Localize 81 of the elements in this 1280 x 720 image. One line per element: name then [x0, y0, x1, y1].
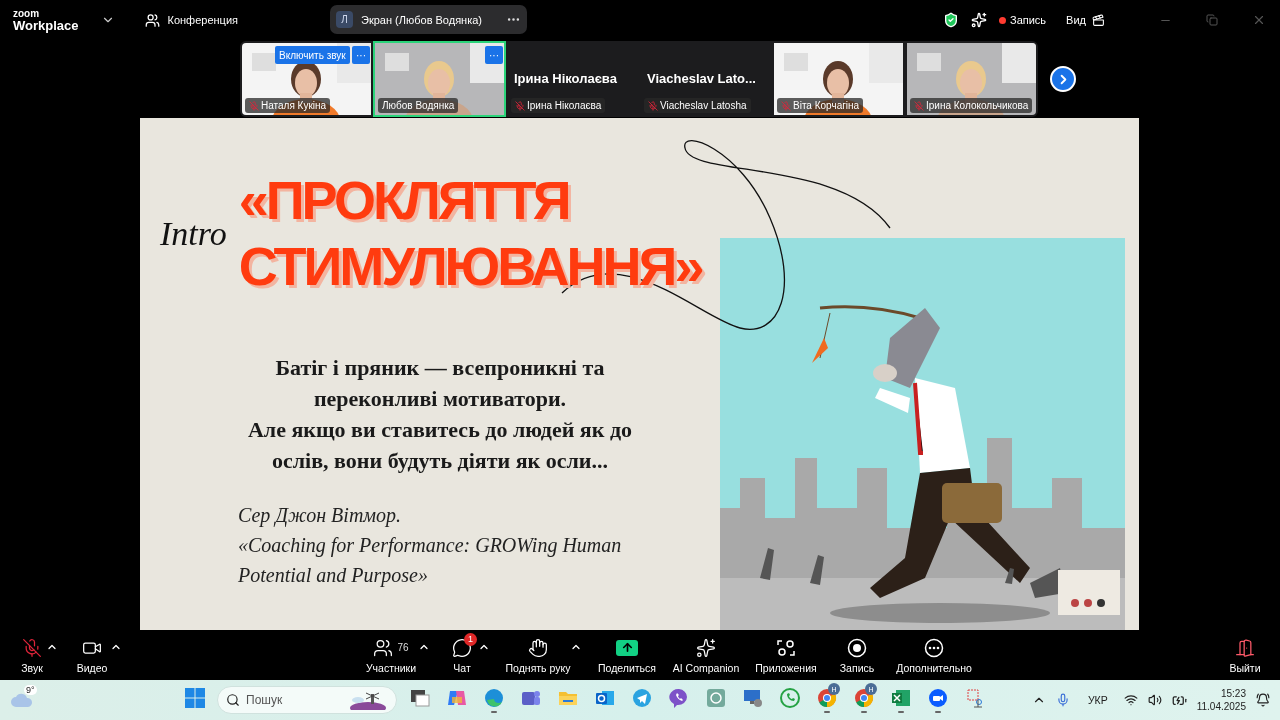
- attribution-line: Сер Джон Вітмор.: [238, 503, 403, 529]
- shield-check-icon[interactable]: [943, 12, 959, 28]
- participant-name: Наталя Кукіна: [261, 100, 327, 111]
- tile-menu-button[interactable]: ···: [485, 46, 503, 64]
- apps-icon: [776, 637, 796, 658]
- search-icon: [226, 693, 240, 707]
- monitor-icon: [741, 687, 764, 709]
- participant-tile[interactable]: Viacheslav Lato... Viacheslav Latosha: [639, 41, 772, 117]
- participant-tile[interactable]: Віта Корчагіна: [772, 41, 905, 117]
- weather-temperature: 9°: [24, 685, 37, 695]
- people-icon: [144, 12, 160, 28]
- phone-bubble-icon: [667, 687, 690, 709]
- clapperboard-icon: [1092, 13, 1105, 27]
- script-heading: Intro: [160, 214, 228, 254]
- exit-door-icon: [1235, 637, 1255, 658]
- slide-title: СТИМУЛЮВАННЯ»: [238, 235, 703, 298]
- chat-icon: [452, 637, 472, 658]
- hand-icon: [528, 637, 548, 658]
- participant-tile[interactable]: Ірина Ніколаєва Ірина Ніколаєва: [506, 41, 639, 117]
- participant-name: Любов Водянка: [382, 100, 455, 111]
- quote-line: Батіг і пряник — всепроникні та: [275, 354, 605, 382]
- participant-name: Viacheslav Lato...: [647, 71, 756, 86]
- toolbar-button[interactable]: Звук: [10, 632, 54, 678]
- unmute-button[interactable]: Включить звук: [275, 46, 350, 64]
- quote-line: ослів, вони будуть діяти як осли...: [272, 447, 608, 475]
- mic-icon: [1055, 693, 1070, 707]
- record-icon: [847, 637, 867, 658]
- video-app-icon: [926, 687, 949, 709]
- toolbar-button[interactable]: Поделиться: [590, 632, 664, 678]
- participant-name: Ірина Ніколаєва: [527, 100, 602, 111]
- participant-name: Viacheslav Latosha: [660, 100, 747, 111]
- participant-tile[interactable]: ··· Любов Водянка: [373, 41, 506, 117]
- toolbar-button[interactable]: Поднять руку: [498, 632, 578, 678]
- toolbar-button[interactable]: Видео: [66, 632, 118, 678]
- wifi-icon: [1123, 693, 1138, 707]
- clock[interactable]: 15:23 11.04.2025: [1196, 687, 1246, 713]
- presenter-avatar: Л: [336, 11, 353, 28]
- leave-button[interactable]: Выйти: [1220, 632, 1270, 678]
- more-icon: [924, 637, 944, 658]
- toolbar-button[interactable]: 1 Чат: [438, 632, 486, 678]
- tile-menu-button[interactable]: ···: [352, 46, 370, 64]
- view-menu[interactable]: Вид: [1066, 14, 1086, 26]
- participant-tile[interactable]: Ірина Колокольчикова: [905, 41, 1038, 117]
- toolbar-button[interactable]: AI Companion: [664, 632, 748, 678]
- paper-plane-icon: [630, 687, 653, 709]
- share-icon: [616, 639, 638, 656]
- participant-name: Ірина Ніколаєва: [514, 71, 617, 86]
- spreadsheet-icon: [889, 687, 912, 709]
- slide-title: «ПРОКЛЯТТЯ: [238, 169, 570, 232]
- toolbar-button[interactable]: Запись: [824, 632, 890, 678]
- cloud-icon: [10, 692, 34, 708]
- attribution-line: Potential and Purpose»: [238, 563, 429, 589]
- volume-icon: [1147, 693, 1162, 707]
- participant-tile[interactable]: Включить звук ··· Наталя Кукіна: [240, 41, 373, 117]
- sparkle-icon: [696, 637, 716, 658]
- toolbar-button[interactable]: 76 Участники: [356, 632, 426, 678]
- toolbar-button[interactable]: Приложения: [748, 632, 824, 678]
- quote-line: переконливі мотиватори.: [313, 385, 567, 413]
- notification-bell-icon[interactable]: [1256, 693, 1270, 707]
- unread-badge: 1: [464, 632, 477, 646]
- toolbar-button[interactable]: Дополнительно: [890, 632, 978, 678]
- participant-name: Віта Корчагіна: [793, 100, 860, 111]
- meeting-label[interactable]: Конференция: [167, 14, 238, 26]
- participant-name: Ірина Колокольчикова: [926, 100, 1029, 111]
- task-view-icon: [408, 687, 431, 709]
- record-dot-icon: [999, 16, 1006, 24]
- app-logo: zoom Workplace: [13, 8, 79, 32]
- close-icon[interactable]: [1252, 13, 1266, 27]
- screen-share-label: Экран (Любов Водянка): [361, 13, 483, 26]
- recording-label[interactable]: Запись: [1010, 14, 1047, 26]
- language-indicator[interactable]: УКР: [1087, 694, 1108, 706]
- people-icon: [373, 637, 394, 658]
- search-field[interactable]: Пошук: [217, 686, 397, 714]
- screen-share-pill[interactable]: Л Экран (Любов Водянка): [330, 5, 527, 34]
- windows-logo-icon: [184, 688, 205, 708]
- knot-icon: [704, 687, 727, 709]
- sparkle-icon[interactable]: [971, 12, 987, 28]
- participant-count: 76: [397, 642, 409, 653]
- attribution-line: «Coaching for Performance: GROWing Human: [238, 533, 623, 559]
- quote-line: Але якщо ви ставитесь до людей як до: [247, 416, 633, 444]
- next-page-button[interactable]: [1050, 66, 1076, 92]
